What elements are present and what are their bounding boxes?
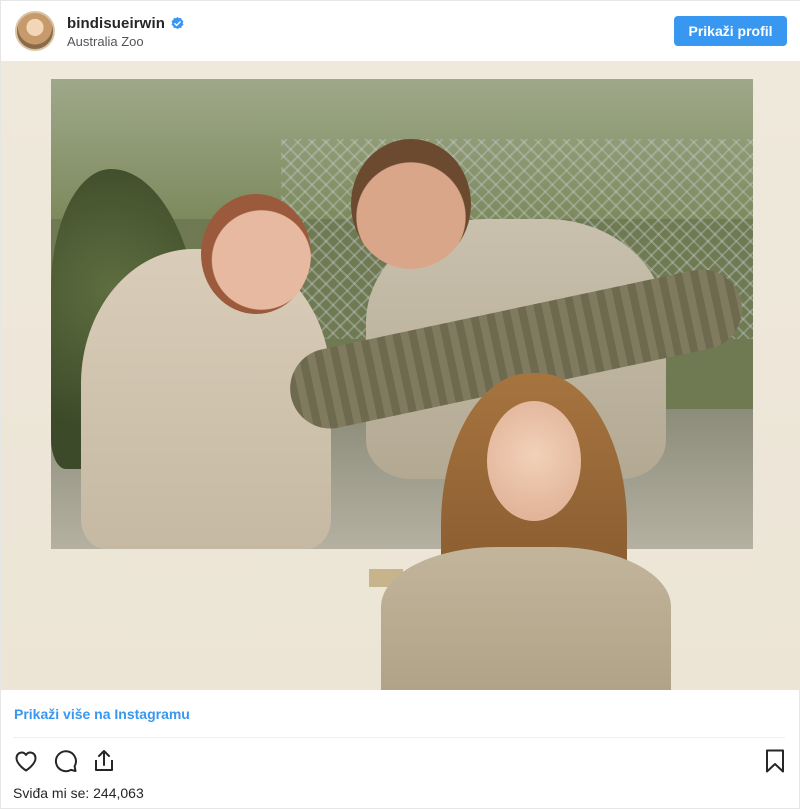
location-label[interactable]: Australia Zoo [67, 34, 144, 49]
comment-icon[interactable] [51, 747, 79, 775]
post-photo[interactable] [1, 61, 800, 690]
view-profile-button[interactable]: Prikaži profil [674, 16, 787, 46]
username-row: bindisueirwin [67, 13, 185, 33]
profile-avatar[interactable] [15, 11, 55, 51]
view-more-on-instagram-link[interactable]: Prikaži više na Instagramu [14, 706, 190, 722]
person-shirt [381, 547, 671, 690]
photo-woman-head [201, 194, 311, 314]
likes-count: Sviđa mi se: 244,063 [13, 785, 144, 801]
bookmark-icon[interactable] [761, 747, 789, 775]
framed-photograph [51, 79, 753, 549]
divider [13, 737, 785, 738]
instagram-embed-card: bindisueirwin Australia Zoo Prikaži prof… [0, 0, 800, 809]
person-face [487, 401, 581, 521]
share-icon[interactable] [90, 747, 118, 775]
verified-badge-icon [171, 16, 184, 29]
username[interactable]: bindisueirwin [67, 15, 165, 32]
photo-man-head [351, 139, 471, 269]
post-header: bindisueirwin Australia Zoo Prikaži prof… [1, 1, 800, 61]
heart-icon[interactable] [12, 747, 40, 775]
